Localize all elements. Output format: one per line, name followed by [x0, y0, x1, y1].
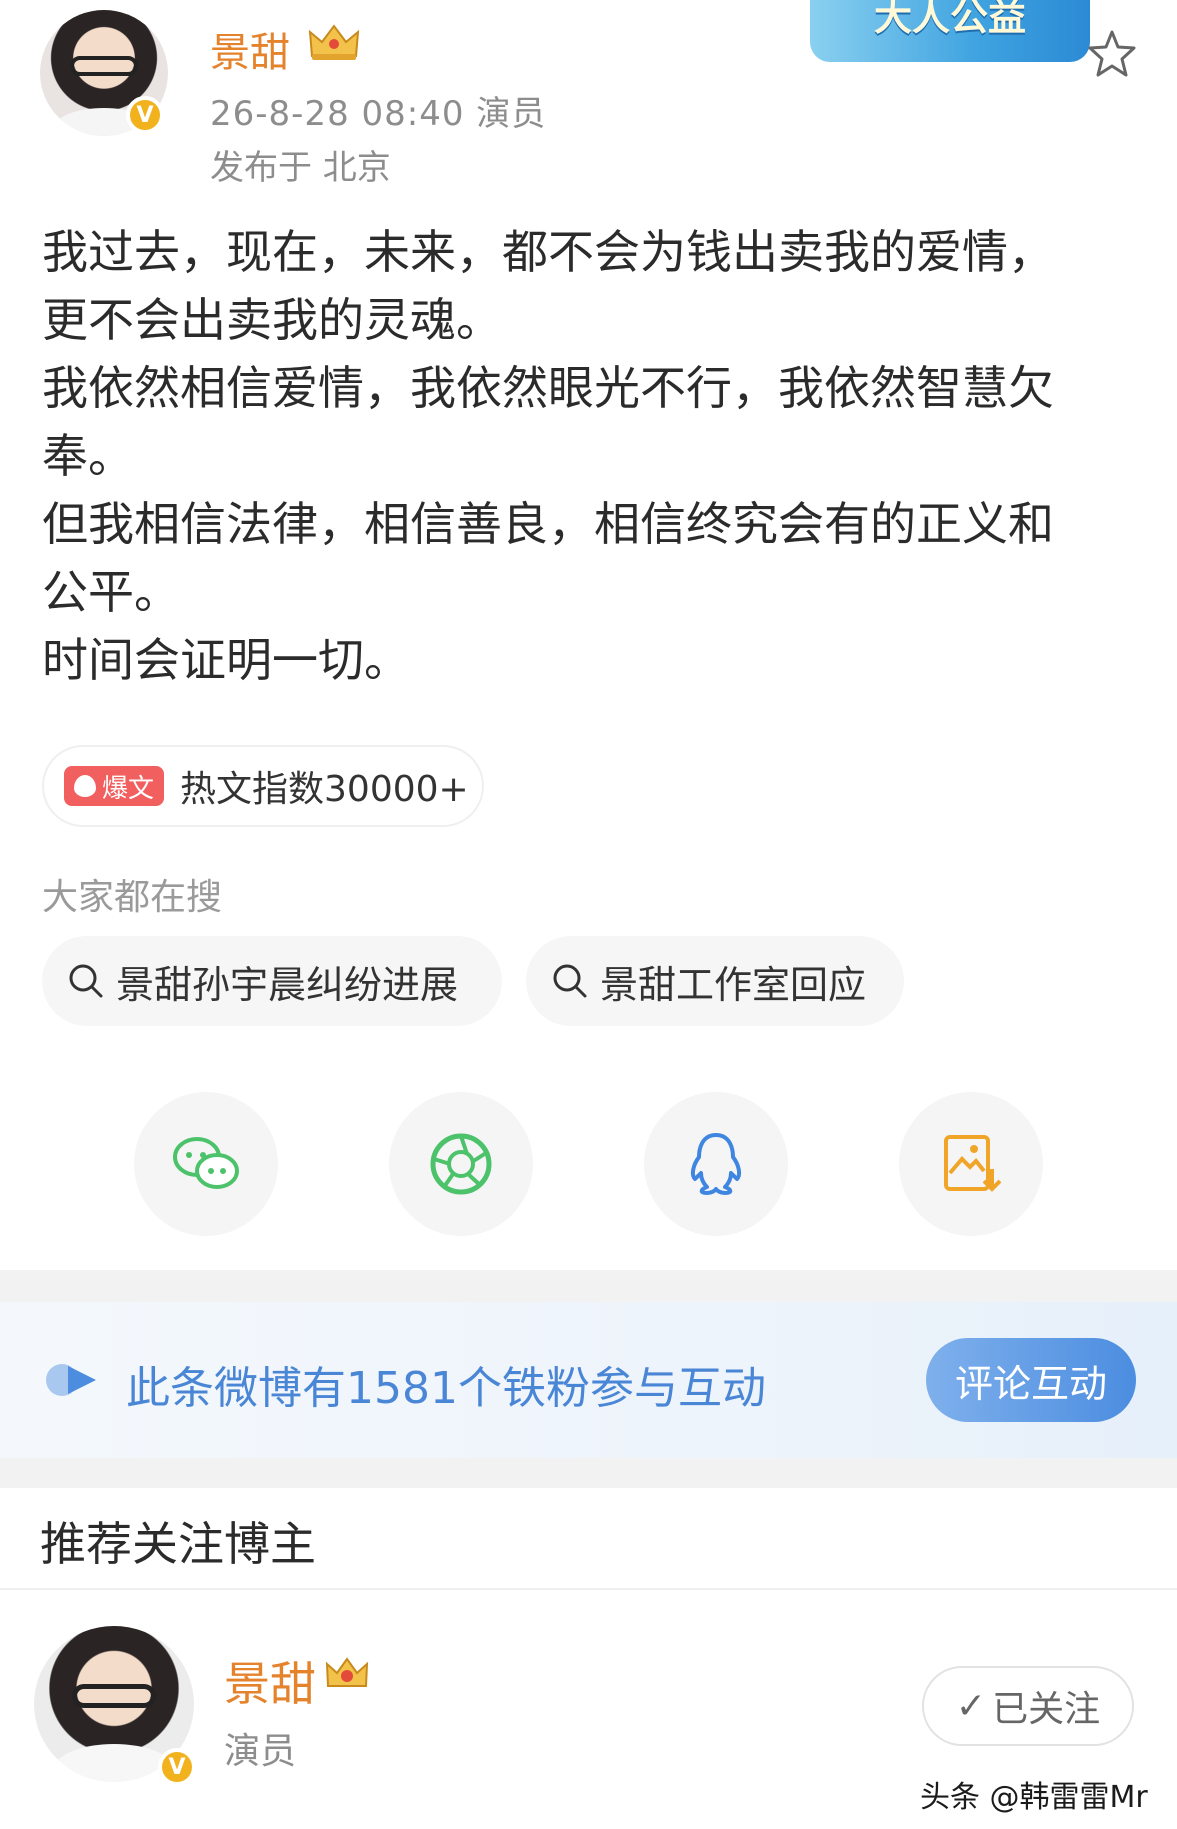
fan-interaction-text: 此条微博有1581个铁粉参与互动	[126, 1363, 766, 1414]
comment-interact-button[interactable]: 评论互动	[926, 1338, 1136, 1422]
fan-interaction-bar: 此条微博有1581个铁粉参与互动 评论互动	[0, 1302, 1177, 1458]
moments-icon	[430, 1133, 492, 1195]
qq-icon	[690, 1133, 742, 1195]
verified-badge-icon: V	[126, 96, 164, 134]
hot-index-text: 热文指数30000+	[180, 769, 469, 810]
search-chip[interactable]: 景甜工作室回应	[526, 936, 904, 1026]
fans-indicator-icon	[46, 1364, 96, 1396]
search-icon	[553, 964, 587, 998]
search-section-title: 大家都在搜	[42, 877, 223, 918]
author-name[interactable]: 景甜	[210, 20, 290, 78]
post-time-role: 26-8-28 08:40 演员	[210, 94, 547, 134]
avatar-glasses	[72, 1684, 156, 1708]
post-line: 但我相信法律，相信善良，相信终究会有的正义和	[42, 497, 1054, 551]
search-chip-label: 景甜孙宇晨纠纷进展	[116, 962, 459, 1007]
avatar-shirt	[54, 1744, 174, 1782]
post-line: 时间会证明一切。	[42, 633, 410, 687]
search-chip[interactable]: 景甜孙宇晨纠纷进展	[42, 936, 502, 1026]
post-line: 奉。	[42, 429, 134, 483]
recommend-title: 推荐关注博主	[40, 1517, 316, 1571]
search-chip-label: 景甜工作室回应	[600, 962, 867, 1007]
crown-icon	[308, 24, 360, 60]
crown-icon	[325, 1657, 369, 1687]
followed-button[interactable]: ✓ 已关注	[922, 1666, 1134, 1746]
avatar-glasses	[70, 56, 138, 76]
post-line: 我依然相信爱情，我依然眼光不行，我依然智慧欠	[42, 361, 1054, 415]
followed-label: 已关注	[992, 1688, 1101, 1729]
check-icon: ✓	[955, 1685, 987, 1726]
save-image-icon	[944, 1135, 1002, 1192]
charity-banner[interactable]: 大人公益	[810, 0, 1090, 62]
watermark: 头条 @韩雷雷Mr	[920, 1780, 1148, 1815]
hot-tag: 爆文	[64, 766, 165, 806]
share-wechat-button[interactable]	[134, 1092, 278, 1236]
recommend-name[interactable]: 景甜	[224, 1648, 316, 1714]
post-line: 更不会出卖我的灵魂。	[42, 293, 502, 347]
section-divider	[0, 1270, 1177, 1302]
post-line: 公平。	[42, 565, 180, 619]
hot-index-pill[interactable]: 爆文 热文指数30000+	[42, 745, 484, 827]
recommend-role: 演员	[224, 1731, 297, 1772]
post-content: 我过去，现在，未来，都不会为钱出卖我的爱情， 更不会出卖我的灵魂。 我依然相信爱…	[42, 218, 1142, 694]
wechat-icon	[173, 1137, 239, 1189]
post-location: 发布于 北京	[210, 148, 391, 188]
banner-text: 大人公益	[873, 0, 1026, 39]
flame-icon	[74, 775, 96, 797]
section-divider	[0, 1458, 1177, 1488]
divider	[0, 1588, 1177, 1590]
share-moments-button[interactable]	[389, 1092, 533, 1236]
verified-badge-icon: V	[158, 1748, 196, 1786]
star-icon[interactable]	[1086, 28, 1138, 80]
post-header: V 景甜 26-8-28 08:40 演员 发布于 北京 大人公益	[0, 0, 1177, 190]
search-icon	[69, 964, 103, 998]
save-image-button[interactable]	[899, 1092, 1043, 1236]
hot-tag-label: 爆文	[102, 773, 155, 804]
share-qq-button[interactable]	[644, 1092, 788, 1236]
post-line: 我过去，现在，未来，都不会为钱出卖我的爱情，	[42, 225, 1054, 279]
